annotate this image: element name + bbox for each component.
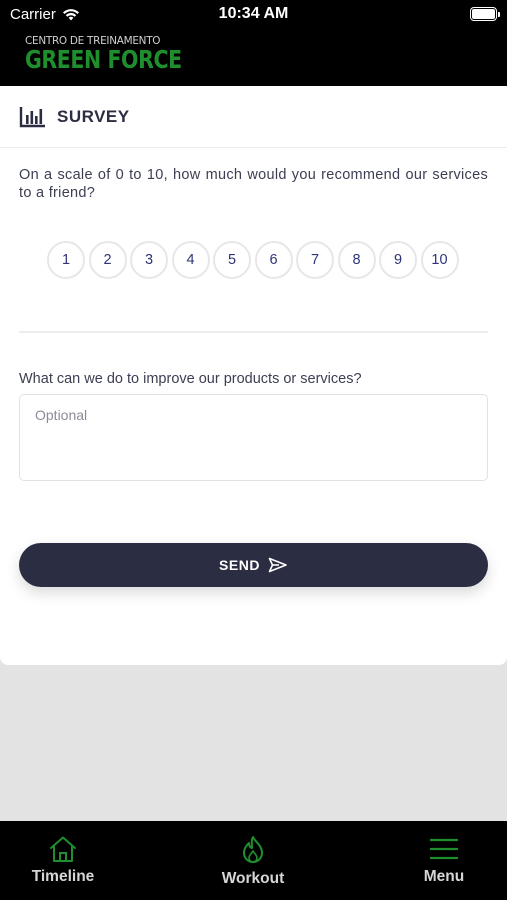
rating-button-8[interactable]: 8 xyxy=(337,241,376,279)
logo-title: GREEN FORCE xyxy=(25,45,182,74)
rating-button-7[interactable]: 7 xyxy=(296,241,334,279)
tab-timeline[interactable]: Timeline xyxy=(8,835,118,886)
rating-button-4[interactable]: 4 xyxy=(171,241,210,279)
tab-label-menu: Menu xyxy=(423,868,465,885)
flame-icon xyxy=(243,836,263,863)
brand-logo: CENTRO DE TREINAMENTO GREEN FORCE xyxy=(25,34,216,73)
improve-question: What can we do to improve our products o… xyxy=(19,371,362,387)
rating-button-6[interactable]: 6 xyxy=(254,241,293,279)
hamburger-icon xyxy=(430,838,458,860)
send-button[interactable]: SEND xyxy=(19,543,488,587)
send-icon xyxy=(268,557,287,573)
recommend-question: On a scale of 0 to 10, how much would yo… xyxy=(19,167,488,201)
rating-button-1[interactable]: 1 xyxy=(47,241,85,279)
rating-scale: 1 2 3 4 5 6 7 8 9 10 xyxy=(47,241,459,279)
survey-card: SURVEY On a scale of 0 to 10, how much w… xyxy=(0,86,507,665)
survey-title: SURVEY xyxy=(57,106,130,126)
send-label: SEND xyxy=(219,557,260,573)
rating-button-3[interactable]: 3 xyxy=(130,241,168,279)
tab-menu[interactable]: Menu xyxy=(389,835,499,886)
section-divider xyxy=(19,331,488,333)
tab-bar: Timeline Workout Menu xyxy=(0,821,507,900)
rating-button-2[interactable]: 2 xyxy=(88,241,127,279)
rating-button-10[interactable]: 10 xyxy=(420,241,459,279)
battery-icon xyxy=(470,7,500,21)
tab-label-workout: Workout xyxy=(221,870,285,887)
tab-label-timeline: Timeline xyxy=(31,868,95,885)
rating-button-9[interactable]: 9 xyxy=(379,241,417,279)
tab-workout[interactable]: Workout xyxy=(198,835,308,888)
status-bar: Carrier 10:34 AM xyxy=(0,0,507,30)
survey-header: SURVEY xyxy=(0,86,507,148)
feedback-textarea[interactable]: Optional xyxy=(19,394,488,481)
rating-button-5[interactable]: 5 xyxy=(213,241,251,279)
app-header: CENTRO DE TREINAMENTO GREEN FORCE xyxy=(0,30,507,86)
home-icon xyxy=(50,836,76,862)
bar-chart-icon xyxy=(19,106,45,127)
status-time: 10:34 AM xyxy=(218,5,289,22)
